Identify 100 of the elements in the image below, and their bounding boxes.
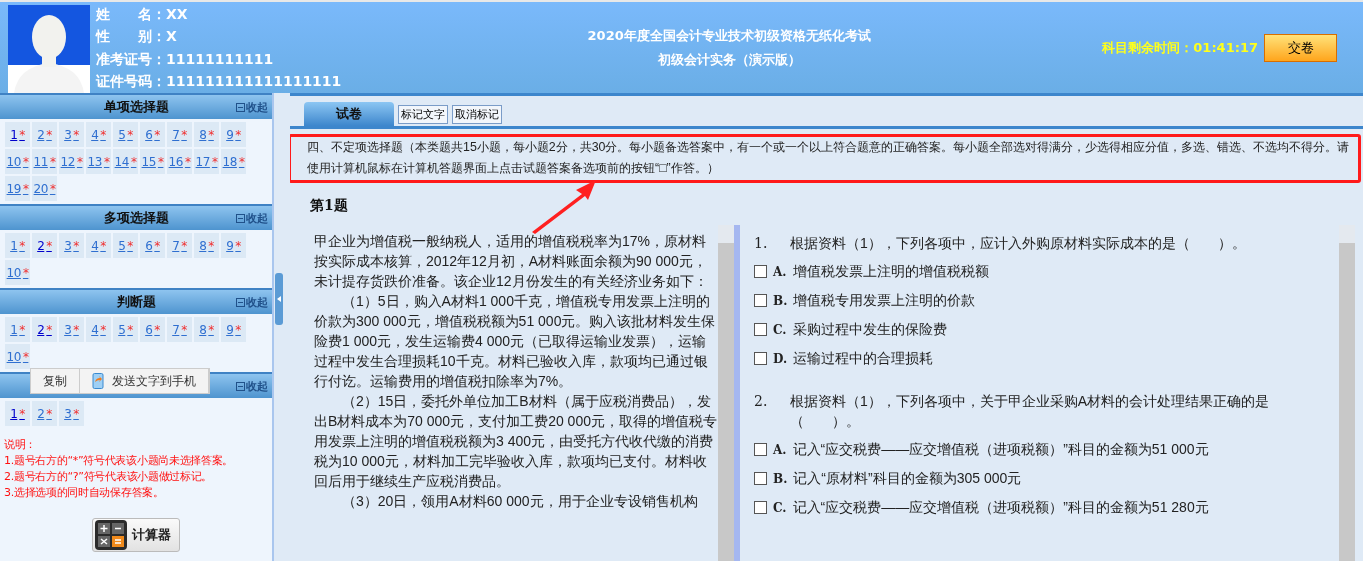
material-paragraph: 甲企业为增值税一般纳税人，适用的增值税税率为17%，原材料按实际成本核算，2012年12月初，A材料账面余额为90 000元，未计提存货跌价准备。该企业12月份发生的有关经济业务如下： <box>314 232 709 291</box>
exam-title: 初级会计实务（演示版） <box>657 50 801 69</box>
question-link[interactable]: 10 * <box>5 149 30 174</box>
question-link[interactable]: 7 * <box>167 317 192 342</box>
question-link[interactable]: 7 * <box>167 233 192 258</box>
question-link[interactable]: 5 * <box>113 233 138 258</box>
collapse-icon <box>236 297 245 307</box>
question-link[interactable]: 8 * <box>194 317 219 342</box>
collapse-icon <box>236 102 245 112</box>
question-link[interactable]: 4 * <box>86 317 111 342</box>
question-text: 2. 根据资料（1），下列各项中，关于甲企业采购A材料的会计处理结果正确的是（ ）。 <box>754 392 1271 431</box>
option-checkbox[interactable] <box>754 294 767 307</box>
section-title: 判断题 <box>116 293 156 311</box>
option-text: 采购过程中发生的保险费 <box>792 320 947 339</box>
question-link[interactable]: 5 * <box>113 122 138 147</box>
question-link[interactable]: 2 * <box>32 317 57 342</box>
question-link[interactable]: 1 * <box>5 233 30 258</box>
question-link[interactable]: 9 * <box>221 317 246 342</box>
section-title: 单项选择题 <box>103 98 169 116</box>
collapse-link[interactable]: 收起 <box>236 99 268 115</box>
note-text: 3.选择选项的同时自动保存答案。 <box>4 485 165 500</box>
section-title: 多项选择题 <box>103 209 169 227</box>
question-link[interactable]: 19 * <box>5 176 30 201</box>
collapse-icon <box>236 213 245 223</box>
candidate-info: 准考证号：11111111111 <box>96 50 275 69</box>
material-paragraph: （3）20日，领用A材料60 000元，用于企业专设销售机构 <box>341 492 699 511</box>
instruction-text: 四、不定项选择题（本类题共15小题，每小题2分，共30分。每小题备选答案中，有一个或一个以上符合题意的正确答案。每小题全部选对得满分，少选得相应分值，多选、错选、不选均不得分。请使用计算机鼠标在计算机答题界面上点击试题答案备选项前的按钮“□”作答。） <box>288 134 1361 183</box>
option-text: 运输过程中的合理损耗 <box>793 349 934 368</box>
scrollbar[interactable] <box>718 225 734 561</box>
question-link[interactable]: 1 * <box>5 122 30 147</box>
question-link[interactable]: 2 * <box>32 401 57 426</box>
scrollbar[interactable] <box>1339 225 1355 561</box>
option-checkbox[interactable] <box>754 352 767 365</box>
question-link[interactable]: 9 * <box>221 233 246 258</box>
option-checkbox[interactable] <box>754 501 767 514</box>
option-letter: C. <box>773 500 787 515</box>
collapse-link[interactable]: 收起 <box>236 378 268 394</box>
question-link[interactable]: 8 * <box>194 233 219 258</box>
question-link[interactable]: 4 * <box>86 233 111 258</box>
question-link[interactable]: 14 * <box>113 149 138 174</box>
question-link[interactable]: 6 * <box>140 122 165 147</box>
phone-icon <box>92 373 104 389</box>
question-link[interactable]: 11 * <box>32 149 57 174</box>
remaining-time: 科目剩余时间：01:41:17 <box>1102 38 1258 57</box>
question-link[interactable]: 3 * <box>59 233 84 258</box>
material-paragraph: （1）5日，购入A材料1 000千克，增值税专用发票上注明的价款为300 000元，增值税税额为51 000元。购入该批材料发生保险费1 000元，发生运输费4 000元（已取得运输业发票），运输过程中发生合理损耗10千克。材料已验收入库，款项均已通过银行付讫。运输费用的增值税扣除率为7%。 <box>314 292 717 391</box>
toolbar-button[interactable]: 取消标记 <box>452 105 502 124</box>
question-link[interactable]: 8 * <box>194 122 219 147</box>
question-link[interactable]: 1 * <box>5 317 30 342</box>
question-link[interactable]: 3 * <box>59 401 84 426</box>
collapse-link[interactable]: 收起 <box>236 294 268 310</box>
note-text: 2.题号右方的“?”符号代表该小题做过标记。 <box>4 469 214 484</box>
menu-item[interactable]: 发送文字到手机 <box>80 369 209 393</box>
question-link[interactable]: 7 * <box>167 122 192 147</box>
option-letter: B. <box>773 293 788 308</box>
toolbar-button[interactable]: 标记文字 <box>398 105 448 124</box>
question-link[interactable]: 15 * <box>140 149 165 174</box>
option-checkbox[interactable] <box>754 265 767 278</box>
question-link[interactable]: 4 * <box>86 122 111 147</box>
option-letter: D. <box>773 351 788 366</box>
annotation-arrow <box>530 178 598 234</box>
question-link[interactable]: 17 * <box>194 149 219 174</box>
question-link[interactable]: 6 * <box>140 317 165 342</box>
menu-item[interactable]: 复制 <box>31 369 80 393</box>
material-paragraph: （2）15日，委托外单位加工B材料（属于应税消费品），发出B材料成本为70 000元，支付加工费20 000元，取得的增值税专用发票上注明的增值税税额为3 400元，由受托方代收代缴的消费税为10 000元，材料加工完毕验收入库，款项均已支付。材料收回后用于继续生产应税消费品。 <box>314 392 718 491</box>
exam-title: 2020年度全国会计专业技术初级资格无纸化考试 <box>587 26 871 45</box>
option-text: 记入“应交税费——应交增值税（进项税额）”科目的金额为51 280元 <box>792 498 1209 517</box>
calculator-icon <box>95 520 127 550</box>
tab[interactable]: 试卷 <box>304 102 394 126</box>
question-link[interactable]: 9 * <box>221 122 246 147</box>
question-link[interactable]: 10 * <box>5 260 30 285</box>
option-checkbox[interactable] <box>754 323 767 336</box>
question-text: 1. 根据资料（1），下列各项中，应计入外购原材料实际成本的是（ ）。 <box>754 234 1247 253</box>
option-checkbox[interactable] <box>754 472 767 485</box>
question-title: 第1题 <box>310 197 349 215</box>
question-link[interactable]: 10 * <box>5 344 30 369</box>
question-link[interactable]: 18 * <box>221 149 246 174</box>
question-link[interactable]: 3 * <box>59 317 84 342</box>
candidate-info: 姓 名：XX <box>96 6 189 25</box>
question-link[interactable]: 12 * <box>59 149 84 174</box>
option-letter: C. <box>773 322 787 337</box>
question-link[interactable]: 13 * <box>86 149 111 174</box>
option-letter: B. <box>773 471 788 486</box>
collapse-link[interactable]: 收起 <box>236 210 268 226</box>
candidate-info: 性 别：X <box>96 28 178 47</box>
option-letter: A. <box>773 264 787 279</box>
question-link[interactable]: 6 * <box>140 233 165 258</box>
question-link[interactable]: 5 * <box>113 317 138 342</box>
question-link[interactable]: 1 * <box>5 401 30 426</box>
question-link[interactable]: 20 * <box>32 176 57 201</box>
notes-title: 说明： <box>4 437 38 452</box>
calculator-button[interactable]: 计算器 <box>92 518 180 552</box>
question-link[interactable]: 2 * <box>32 122 57 147</box>
question-link[interactable]: 3 * <box>59 122 84 147</box>
submit-button[interactable]: 交卷 <box>1264 33 1337 62</box>
question-link[interactable]: 16 * <box>167 149 192 174</box>
option-checkbox[interactable] <box>754 443 767 456</box>
option-text: 记入“应交税费——应交增值税（进项税额）”科目的金额为51 000元 <box>792 440 1209 459</box>
question-link[interactable]: 2 * <box>32 233 57 258</box>
collapse-handle[interactable] <box>275 273 283 325</box>
